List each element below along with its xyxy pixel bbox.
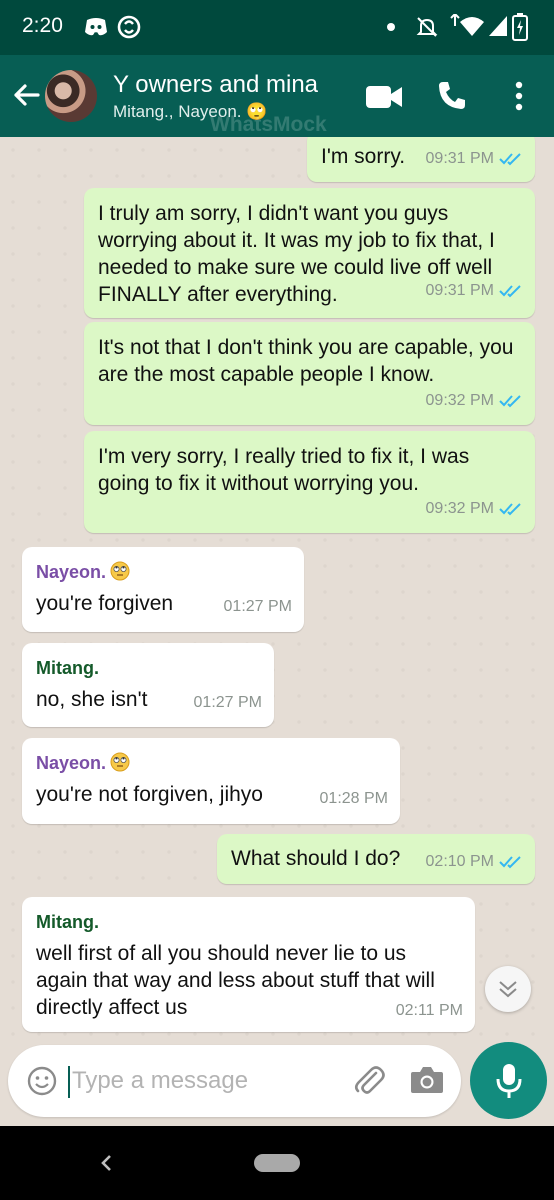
message-composer [8,1045,461,1117]
message-incoming[interactable]: Mitang. well first of all you should nev… [22,897,475,1032]
message-text: I'm very sorry, I really tried to fix it… [98,445,470,495]
attach-icon[interactable] [352,1063,386,1097]
nav-home-pill[interactable] [254,1154,300,1172]
text-cursor [68,1066,70,1098]
message-outgoing[interactable]: What should I do? 02:10 PM [217,834,535,884]
message-time: 09:32 PM [425,500,494,517]
chat-title[interactable]: Y owners and mina [113,71,318,99]
video-call-icon[interactable] [365,83,403,111]
message-outgoing[interactable]: I'm sorry. 09:31 PM [307,137,535,182]
double-chevron-down-icon [499,981,517,998]
sender-name: Mitang. [36,912,99,932]
message-input[interactable] [72,1064,332,1098]
watermark: WhatsMock [210,113,327,136]
sender-name-text: Nayeon. [36,753,107,773]
message-time: 02:10 PM [425,853,494,870]
message-outgoing[interactable]: It's not that I don't think you are capa… [84,322,535,425]
sync-icon [117,15,141,39]
battery-icon [512,13,528,41]
read-receipt-icon [499,394,521,407]
sender-name: Nayeon. [36,750,388,777]
wifi-icon [450,14,484,36]
message-time: 01:28 PM [319,790,388,807]
message-time: 02:11 PM [395,1002,463,1019]
message-incoming[interactable]: Nayeon. you're not forgiven, jihyo 01:28… [22,738,400,824]
eye-roll-emoji-icon [110,561,130,581]
read-receipt-icon [499,284,521,297]
sender-name-text: Nayeon. [36,562,107,582]
read-receipt-icon [499,502,521,515]
system-navigation-bar [0,1126,554,1200]
read-receipt-icon [499,152,521,165]
voice-message-button[interactable] [470,1042,547,1119]
message-time: 09:32 PM [425,392,494,409]
group-avatar[interactable] [45,70,97,122]
message-text: you're forgiven [36,592,174,615]
message-incoming[interactable]: Nayeon. you're forgiven 01:27 PM [22,547,304,632]
emoji-icon[interactable] [26,1065,58,1097]
message-incoming[interactable]: Mitang. no, she isn't 01:27 PM [22,643,274,727]
microphone-icon [496,1064,522,1098]
message-text: well first of all you should never lie t… [36,942,435,1019]
message-text: What should I do? [231,847,401,870]
back-arrow-icon[interactable] [10,79,42,111]
notification-dot-icon [387,23,395,31]
status-bar: 2:20 [0,0,554,55]
message-text: I'm sorry. [321,145,406,168]
sender-name: Nayeon. [36,559,292,586]
nav-back-icon[interactable] [96,1151,116,1175]
scroll-to-bottom-button[interactable] [485,966,531,1012]
voice-call-icon[interactable] [436,79,468,111]
message-time: 01:27 PM [223,598,292,615]
message-text: you're not forgiven, jihyo [36,783,263,806]
message-time: 09:31 PM [425,282,494,299]
message-time: 01:27 PM [193,694,262,711]
message-outgoing[interactable]: I'm very sorry, I really tried to fix it… [84,431,535,533]
more-options-icon[interactable] [506,81,532,111]
message-text: It's not that I don't think you are capa… [98,336,514,386]
message-time: 09:31 PM [425,150,494,167]
chat-messages[interactable]: I'm sorry. 09:31 PM I truly am sorry, I … [0,137,554,1040]
eye-roll-emoji-icon [110,752,130,772]
sender-name: Mitang. [36,658,99,678]
camera-icon[interactable] [410,1065,444,1095]
signal-icon [489,16,507,36]
read-receipt-icon [499,855,521,868]
mute-icon [416,17,438,37]
chat-header: Y owners and mina Mitang., Nayeon. 🙄 Wha… [0,55,554,137]
message-text: no, she isn't [36,688,148,711]
discord-icon [85,18,107,36]
message-outgoing[interactable]: I truly am sorry, I didn't want you guys… [84,188,535,318]
status-time: 2:20 [22,14,63,37]
